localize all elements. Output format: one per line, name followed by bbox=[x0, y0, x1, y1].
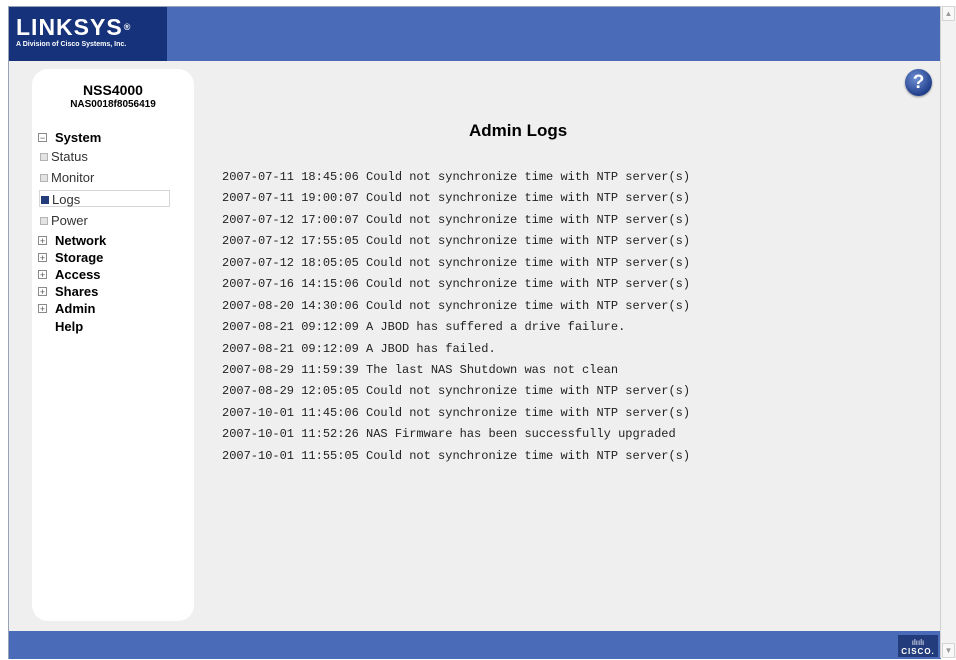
nav-admin-label: Admin bbox=[55, 301, 96, 316]
log-entry: 2007-07-12 17:00:07 Could not synchroniz… bbox=[222, 212, 691, 227]
nav-storage[interactable]: + Storage bbox=[38, 250, 103, 265]
nav-status-label: Status bbox=[51, 149, 88, 164]
log-entry: 2007-07-11 19:00:07 Could not synchroniz… bbox=[222, 191, 691, 206]
cisco-wordmark: CISCO. bbox=[901, 647, 935, 656]
log-entry: 2007-07-12 17:55:05 Could not synchroniz… bbox=[222, 234, 691, 249]
nav-system[interactable]: − System bbox=[38, 130, 101, 145]
nav-network-label: Network bbox=[55, 233, 107, 248]
expand-icon[interactable]: + bbox=[38, 253, 47, 263]
log-entry: 2007-10-01 11:45:06 Could not synchroniz… bbox=[222, 405, 691, 420]
nav-shares[interactable]: + Shares bbox=[38, 284, 98, 299]
log-entry: 2007-07-11 18:45:06 Could not synchroniz… bbox=[222, 170, 691, 184]
bullet-active-icon bbox=[41, 196, 49, 204]
nav-logs-label: Logs bbox=[52, 192, 81, 207]
brand-text: LINKSYS bbox=[16, 14, 123, 40]
page-title: Admin Logs bbox=[469, 121, 568, 140]
registered-mark: ® bbox=[123, 22, 132, 32]
log-entry: 2007-07-16 14:15:06 Could not synchroniz… bbox=[222, 277, 691, 292]
page-frame: LINKSYS® A Division of Cisco Systems, In… bbox=[8, 6, 941, 659]
scroll-up-icon[interactable]: ▲ bbox=[942, 6, 955, 21]
log-list: 2007-07-11 18:45:06 Could not synchroniz… bbox=[222, 167, 690, 467]
expand-icon[interactable]: + bbox=[38, 236, 47, 246]
nav-power-label: Power bbox=[51, 213, 88, 228]
brand-subtitle: A Division of Cisco Systems, Inc. bbox=[16, 41, 127, 48]
nav-item-monitor[interactable]: Monitor bbox=[39, 169, 169, 186]
sidebar: NSS4000 NAS0018f8056419 − System Status M… bbox=[32, 69, 194, 621]
nav-monitor-label: Monitor bbox=[51, 170, 95, 185]
device-serial: NAS0018f8056419 bbox=[70, 99, 156, 110]
header-bar: LINKSYS® A Division of Cisco Systems, In… bbox=[9, 7, 941, 61]
log-entry: 2007-07-12 18:05:05 Could not synchroniz… bbox=[222, 255, 691, 270]
log-entry: 2007-08-20 14:30:06 Could not synchroniz… bbox=[222, 298, 691, 313]
cisco-bars-icon: ılıılı bbox=[911, 638, 925, 647]
scroll-down-icon[interactable]: ▼ bbox=[942, 643, 955, 658]
log-entry: 2007-08-29 12:05:05 Could not synchroniz… bbox=[222, 384, 691, 399]
nav-system-label: System bbox=[55, 130, 102, 145]
nav-help-label: Help bbox=[55, 319, 84, 334]
nav-access-label: Access bbox=[55, 267, 101, 282]
nav-shares-label: Shares bbox=[55, 284, 99, 299]
expand-icon[interactable]: + bbox=[38, 304, 47, 314]
brand-name: LINKSYS® bbox=[16, 15, 131, 39]
help-icon[interactable]: ? bbox=[905, 69, 932, 96]
nav-item-status[interactable]: Status bbox=[39, 148, 169, 165]
nav-network[interactable]: + Network bbox=[38, 233, 106, 248]
bullet-icon bbox=[40, 174, 48, 182]
log-entry: 2007-08-21 09:12:09 A JBOD has failed. bbox=[222, 341, 496, 356]
cisco-logo: ılıılı CISCO. bbox=[898, 635, 938, 657]
vertical-scrollbar[interactable]: ▲ ▼ bbox=[940, 6, 956, 658]
expand-icon[interactable]: + bbox=[38, 287, 47, 297]
bullet-icon bbox=[40, 153, 48, 161]
log-entry: 2007-08-21 09:12:09 A JBOD has suffered … bbox=[222, 320, 626, 335]
nav-admin[interactable]: + Admin bbox=[38, 301, 95, 316]
nav-item-logs[interactable]: Logs bbox=[39, 190, 170, 207]
nav-item-power[interactable]: Power bbox=[39, 212, 169, 229]
linksys-logo[interactable]: LINKSYS® A Division of Cisco Systems, In… bbox=[9, 7, 167, 61]
nav-access[interactable]: + Access bbox=[38, 267, 101, 282]
footer-bar: ılıılı CISCO. bbox=[9, 631, 941, 659]
nav-help[interactable]: Help bbox=[55, 319, 83, 334]
bullet-icon bbox=[40, 217, 48, 225]
collapse-icon[interactable]: − bbox=[38, 133, 47, 143]
log-entry: 2007-10-01 11:55:05 Could not synchroniz… bbox=[222, 448, 691, 463]
nav-storage-label: Storage bbox=[55, 250, 104, 265]
log-entry: 2007-10-01 11:52:26 NAS Firmware has bee… bbox=[222, 427, 676, 442]
log-entry: 2007-08-29 11:59:39 The last NAS Shutdow… bbox=[222, 362, 619, 377]
expand-icon[interactable]: + bbox=[38, 270, 47, 280]
device-model: NSS4000 bbox=[83, 82, 143, 98]
